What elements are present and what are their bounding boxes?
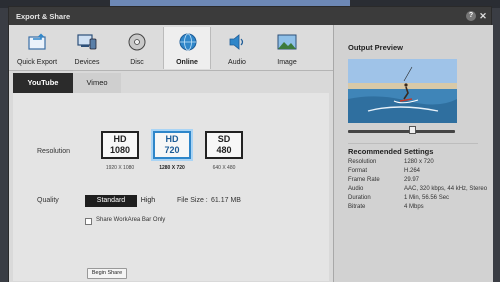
tab-online-label: Online: [176, 59, 198, 66]
resolution-sd-480-caption: 640 X 480: [212, 165, 236, 171]
dialog-title: Export & Share: [16, 12, 71, 21]
youtube-settings: Resolution HD 1080 1920 X 1080 HD 720 12…: [13, 93, 329, 281]
tab-devices-label: Devices: [74, 59, 100, 66]
file-size-label: File Size :: [177, 197, 208, 204]
rec-value-frame-rate: 29.97: [404, 177, 420, 183]
rec-key-audio: Audio: [348, 186, 364, 192]
devices-icon: [77, 34, 97, 50]
rec-value-format: H.264: [404, 168, 421, 174]
tab-audio-label: Audio: [228, 59, 246, 66]
rec-key-frame-rate: Frame Rate: [348, 177, 380, 183]
close-icon[interactable]: ✕: [478, 11, 488, 21]
image-icon: [277, 34, 297, 50]
begin-share-button[interactable]: Begin Share: [87, 268, 127, 279]
resolution-sd-480-line1: SD: [217, 134, 231, 144]
preview-scrubber-track[interactable]: [348, 130, 455, 133]
output-preview-title: Output Preview: [348, 43, 404, 52]
export-icon: [28, 33, 46, 50]
rec-key-format: Format: [348, 168, 368, 174]
resolution-hd-720-line1: HD: [165, 134, 179, 144]
resolution-hd-1080-line2: 1080: [109, 145, 131, 155]
rec-value-duration: 1 Min, 56.56 Sec: [404, 195, 450, 201]
subtab-vimeo[interactable]: Vimeo: [73, 73, 121, 93]
tab-audio[interactable]: Audio: [213, 27, 261, 69]
help-icon[interactable]: ?: [466, 11, 476, 21]
rec-key-bitrate: Bitrate: [348, 204, 366, 210]
tab-image-label: Image: [277, 59, 297, 66]
rec-key-resolution: Resolution: [348, 159, 377, 165]
resolution-sd-480-line2: 480: [216, 145, 232, 155]
disc-icon: [128, 33, 146, 51]
resolution-hd-720-line2: 720: [164, 145, 180, 155]
tab-disc-label: Disc: [130, 59, 144, 66]
rec-key-duration: Duration: [348, 195, 371, 201]
speaker-icon: [229, 34, 244, 50]
tab-quick-export[interactable]: Quick Export: [13, 27, 61, 69]
destination-subtabs: YouTube Vimeo: [13, 73, 329, 93]
category-tabs: Quick Export Devices Disc Online Audio I…: [9, 25, 333, 71]
quality-label: Quality: [37, 197, 59, 204]
file-size-value: 61.17 MB: [211, 197, 241, 204]
tab-devices[interactable]: Devices: [63, 27, 111, 69]
recommended-settings-title: Recommended Settings: [348, 147, 434, 156]
rec-value-bitrate: 4 Mbps: [404, 204, 424, 210]
share-workarea-checkbox[interactable]: [85, 218, 92, 225]
resolution-sd-480-button[interactable]: SD 480: [205, 131, 243, 159]
resolution-hd-1080-line1: HD: [113, 134, 127, 144]
resolution-hd-1080-caption: 1920 X 1080: [105, 165, 135, 171]
recommended-separator: [348, 143, 478, 144]
tab-image[interactable]: Image: [263, 27, 311, 69]
globe-icon: [179, 33, 197, 51]
rec-value-resolution: 1280 x 720: [404, 159, 434, 165]
resolution-hd-720-caption: 1280 X 720: [159, 165, 185, 171]
quality-high-button[interactable]: High: [137, 195, 159, 207]
preview-scrubber-thumb[interactable]: [408, 126, 416, 134]
tab-quick-export-label: Quick Export: [16, 59, 58, 66]
quality-standard-button[interactable]: Standard: [85, 195, 137, 207]
resolution-label: Resolution: [37, 148, 71, 155]
resolution-hd-1080-button[interactable]: HD 1080: [101, 131, 139, 159]
tab-disc[interactable]: Disc: [113, 27, 161, 69]
subtab-youtube[interactable]: YouTube: [13, 73, 73, 93]
share-workarea-label: Share WorkArea Bar Only: [96, 217, 166, 223]
dialog-titlebar: Export & Share ? ✕: [9, 7, 491, 25]
output-preview-image: [348, 59, 457, 123]
tab-online[interactable]: Online: [163, 27, 211, 69]
settings-panel: Quick Export Devices Disc Online Audio I…: [9, 25, 333, 282]
output-panel: Output Preview Recommended Settings Reso…: [333, 25, 493, 282]
rec-value-audio: AAC, 320 kbps, 44 kHz, Stereo: [404, 186, 488, 192]
export-share-dialog: Export & Share ? ✕ Quick Export Devices: [8, 6, 493, 282]
resolution-hd-720-button[interactable]: HD 720: [151, 129, 193, 161]
